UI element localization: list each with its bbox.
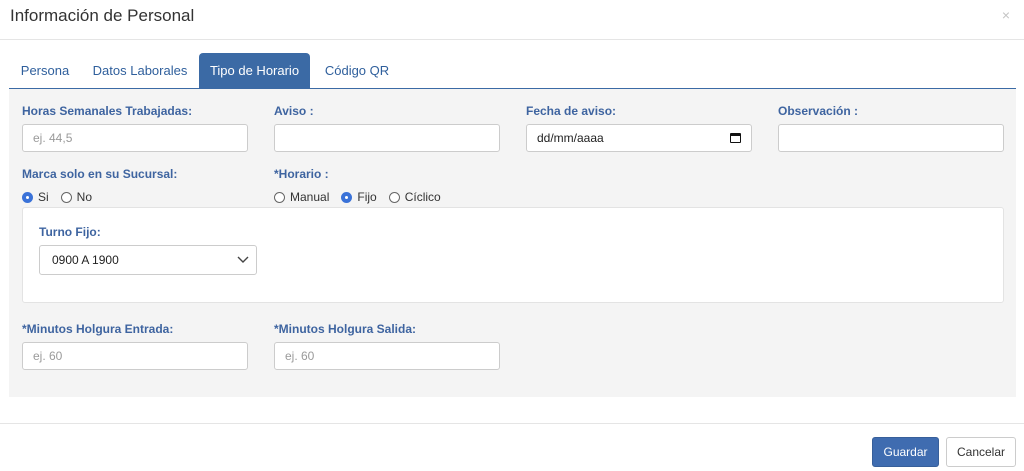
horario-option-manual-label: Manual (290, 190, 330, 204)
marca-option-no-label: No (76, 190, 93, 204)
form-panel: Horas Semanales Trabajadas: Aviso : Fech… (9, 89, 1016, 397)
radio-unselected-icon[interactable] (60, 191, 72, 203)
radio-selected-icon[interactable] (22, 191, 33, 203)
holgura-salida-label: *Minutos Holgura Salida: (274, 322, 417, 336)
aviso-input[interactable] (274, 124, 500, 152)
holgura-entrada-input[interactable] (22, 342, 248, 370)
fecha-aviso-label: Fecha de aviso: (526, 104, 617, 118)
radio-unselected-icon[interactable] (388, 191, 400, 203)
radio-unselected-icon[interactable] (274, 191, 285, 203)
modal-header: Información de Personal × (0, 0, 1024, 40)
radio-selected-icon[interactable] (341, 191, 353, 203)
turno-fijo-value: 0900 A 1900 (52, 253, 119, 267)
fecha-aviso-placeholder: dd/mm/aaaa (537, 131, 604, 145)
turno-fijo-box: Turno Fijo: 0900 A 1900 (22, 207, 1004, 303)
tab-bar: Persona Datos Laborales Tipo de Horario … (9, 53, 1016, 89)
tab-tipo-de-horario[interactable]: Tipo de Horario (199, 53, 310, 89)
modal-title: Información de Personal (10, 6, 195, 25)
close-icon[interactable]: × (1002, 7, 1010, 23)
tab-datos-laborales[interactable]: Datos Laborales (87, 53, 193, 89)
turno-fijo-label: Turno Fijo: (39, 225, 101, 239)
holgura-salida-input[interactable] (274, 342, 500, 370)
horario-option-ciclico-label: Cíclico (404, 190, 441, 204)
horario-radio-group: Manual Fijo Cíclico (274, 190, 453, 204)
observacion-input[interactable] (778, 124, 1004, 152)
marca-option-si[interactable]: Si (22, 190, 49, 204)
marca-radio-group: Si No (22, 190, 104, 204)
horario-option-fijo-label: Fijo (357, 190, 377, 204)
horario-option-ciclico[interactable]: Cíclico (388, 190, 441, 204)
horas-input[interactable] (22, 124, 248, 152)
marca-label: Marca solo en su Sucursal: (22, 167, 178, 181)
calendar-icon[interactable] (730, 133, 741, 143)
turno-fijo-select[interactable]: 0900 A 1900 (39, 245, 257, 275)
marca-option-no[interactable]: No (60, 190, 93, 204)
horas-label: Horas Semanales Trabajadas: (22, 104, 193, 118)
cancel-button[interactable]: Cancelar (946, 437, 1016, 467)
tab-codigo-qr[interactable]: Código QR (314, 53, 400, 89)
horario-label: *Horario : (274, 167, 329, 181)
modal-footer: Guardar Cancelar (0, 423, 1024, 471)
aviso-label: Aviso : (274, 104, 314, 118)
horario-option-manual[interactable]: Manual (274, 190, 329, 204)
fecha-aviso-input[interactable]: dd/mm/aaaa (526, 124, 752, 152)
holgura-entrada-label: *Minutos Holgura Entrada: (22, 322, 174, 336)
horario-option-fijo[interactable]: Fijo (341, 190, 377, 204)
marca-option-si-label: Si (38, 190, 49, 204)
chevron-down-icon (237, 256, 249, 263)
observacion-label: Observación : (778, 104, 859, 118)
tab-persona[interactable]: Persona (9, 53, 81, 89)
save-button[interactable]: Guardar (872, 437, 939, 467)
